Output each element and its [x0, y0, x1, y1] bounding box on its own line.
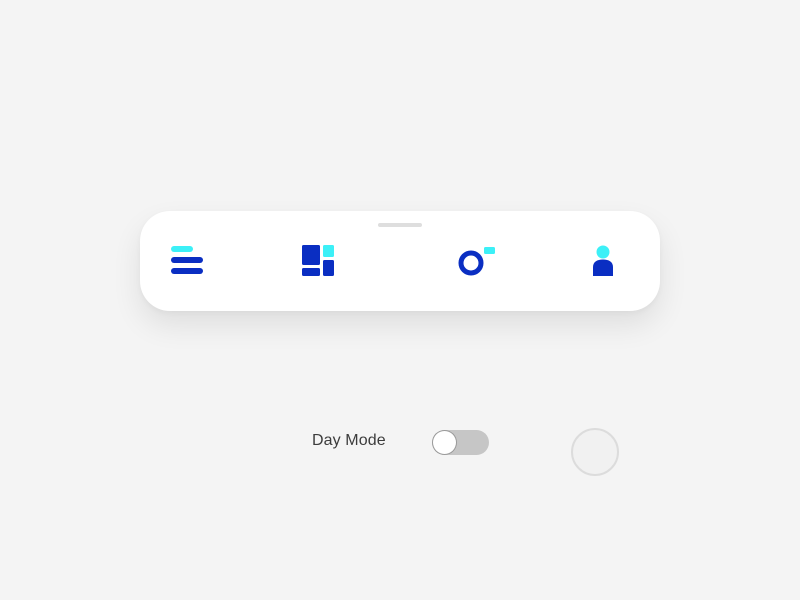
tab-profile[interactable]	[581, 239, 625, 283]
toggle-ring-icon	[458, 247, 495, 276]
day-mode-label: Day Mode	[312, 432, 386, 449]
canvas: Day Mode	[0, 0, 800, 600]
day-mode-switch[interactable]	[432, 430, 489, 455]
round-button[interactable]	[571, 428, 619, 476]
tab-dashboard[interactable]	[296, 239, 340, 283]
drag-handle[interactable]	[378, 223, 422, 227]
tab-menu[interactable]	[165, 239, 209, 283]
switch-knob[interactable]	[433, 431, 456, 454]
menu-icon	[171, 246, 203, 274]
bottom-tab-bar	[140, 211, 660, 311]
dashboard-icon	[302, 245, 334, 276]
tab-settings-toggle[interactable]	[455, 239, 499, 283]
user-icon	[593, 245, 613, 276]
